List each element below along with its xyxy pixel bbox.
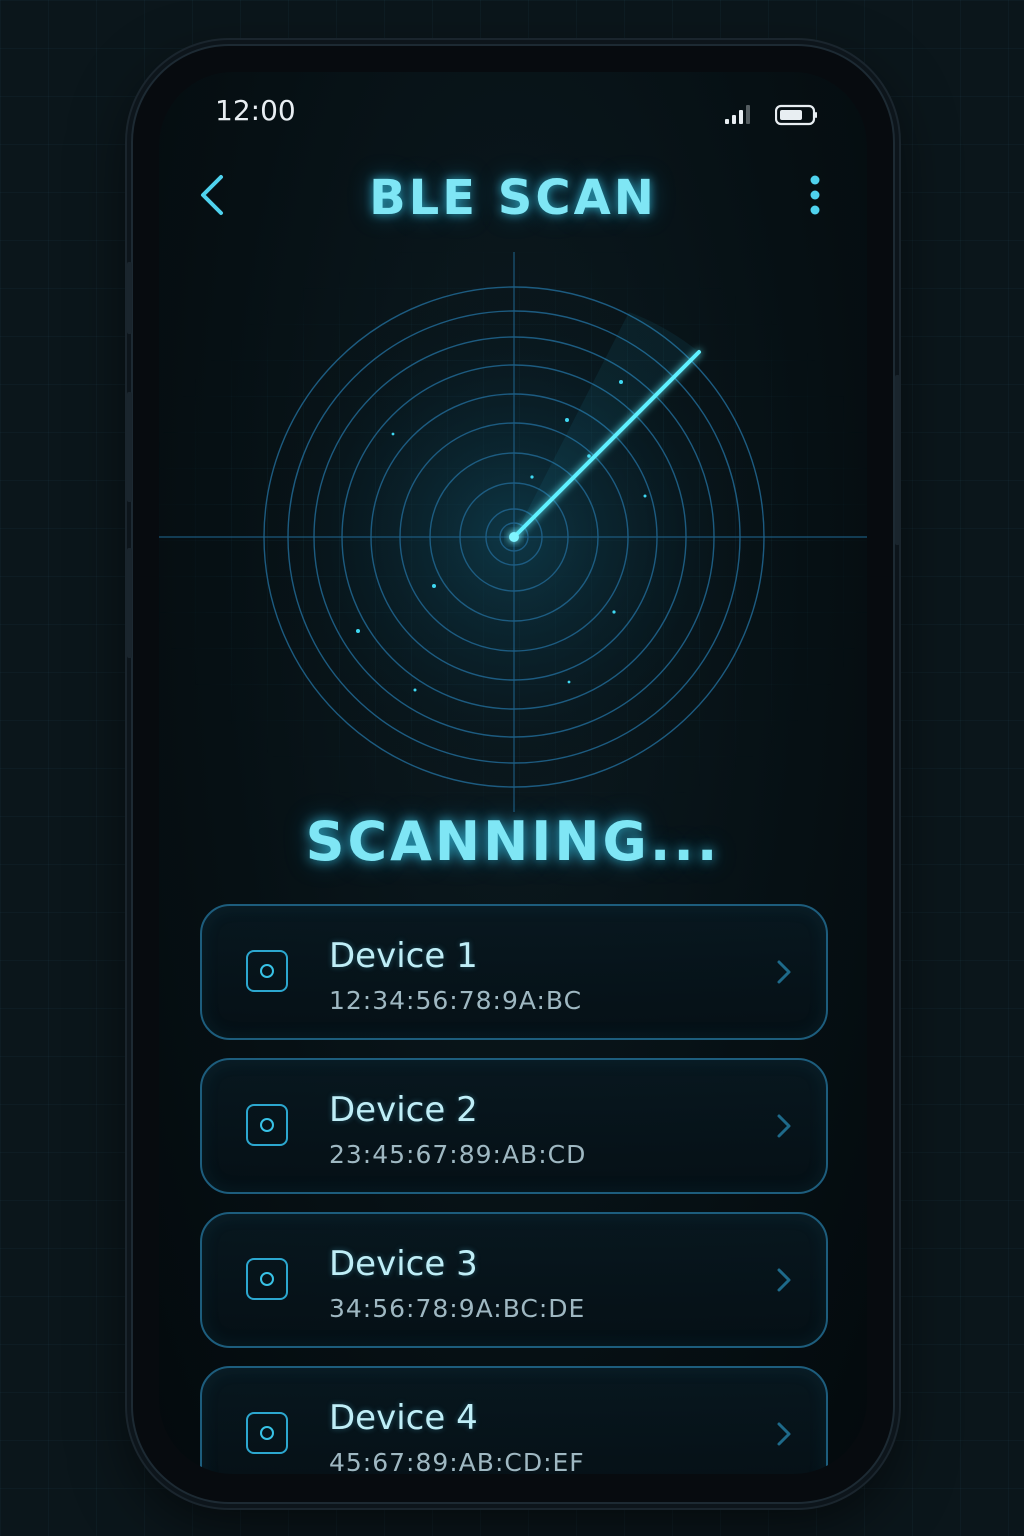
volume-down-button xyxy=(127,548,132,658)
device-name: Device 4 xyxy=(329,1398,478,1438)
bluetooth-device-icon xyxy=(246,950,288,992)
battery-icon xyxy=(775,104,817,126)
power-button xyxy=(895,375,900,545)
chevron-right-icon xyxy=(777,1114,791,1138)
chevron-right-icon xyxy=(777,1268,791,1292)
scan-status: SCANNING... xyxy=(305,810,721,873)
more-options-button[interactable] xyxy=(795,170,835,220)
status-time: 12:00 xyxy=(215,94,296,127)
bluetooth-device-icon xyxy=(246,1412,288,1454)
status-bar: 12:00 xyxy=(159,72,867,152)
mute-switch xyxy=(127,262,132,334)
list-item[interactable]: Device 2 23:45:67:89:AB:CD xyxy=(200,1058,828,1194)
device-mac-address: 23:45:67:89:AB:CD xyxy=(329,1140,587,1169)
bluetooth-device-icon xyxy=(246,1104,288,1146)
radar-scanner xyxy=(159,252,867,812)
cellular-signal-icon xyxy=(725,105,750,124)
volume-up-button xyxy=(127,392,132,502)
radar-icon xyxy=(159,252,867,812)
device-list: Device 1 12:34:56:78:9A:BC Device 2 23:4… xyxy=(200,904,828,1474)
app-header: BLE SCAN xyxy=(159,162,867,232)
list-item[interactable]: Device 4 45:67:89:AB:CD:EF xyxy=(200,1366,828,1474)
list-item[interactable]: Device 1 12:34:56:78:9A:BC xyxy=(200,904,828,1040)
chevron-right-icon xyxy=(777,960,791,984)
more-vertical-icon xyxy=(810,175,820,215)
device-mac-address: 34:56:78:9A:BC:DE xyxy=(329,1294,586,1323)
chevron-right-icon xyxy=(777,1422,791,1446)
phone-screen: 12:00 BLE SCAN SCANNING... Device 1 12:3… xyxy=(159,72,867,1474)
page-title: BLE SCAN xyxy=(369,170,657,226)
device-name: Device 2 xyxy=(329,1090,478,1130)
bluetooth-device-icon xyxy=(246,1258,288,1300)
device-name: Device 3 xyxy=(329,1244,478,1284)
device-mac-address: 12:34:56:78:9A:BC xyxy=(329,986,583,1015)
device-name: Device 1 xyxy=(329,936,478,976)
device-mac-address: 45:67:89:AB:CD:EF xyxy=(329,1448,585,1474)
list-item[interactable]: Device 3 34:56:78:9A:BC:DE xyxy=(200,1212,828,1348)
